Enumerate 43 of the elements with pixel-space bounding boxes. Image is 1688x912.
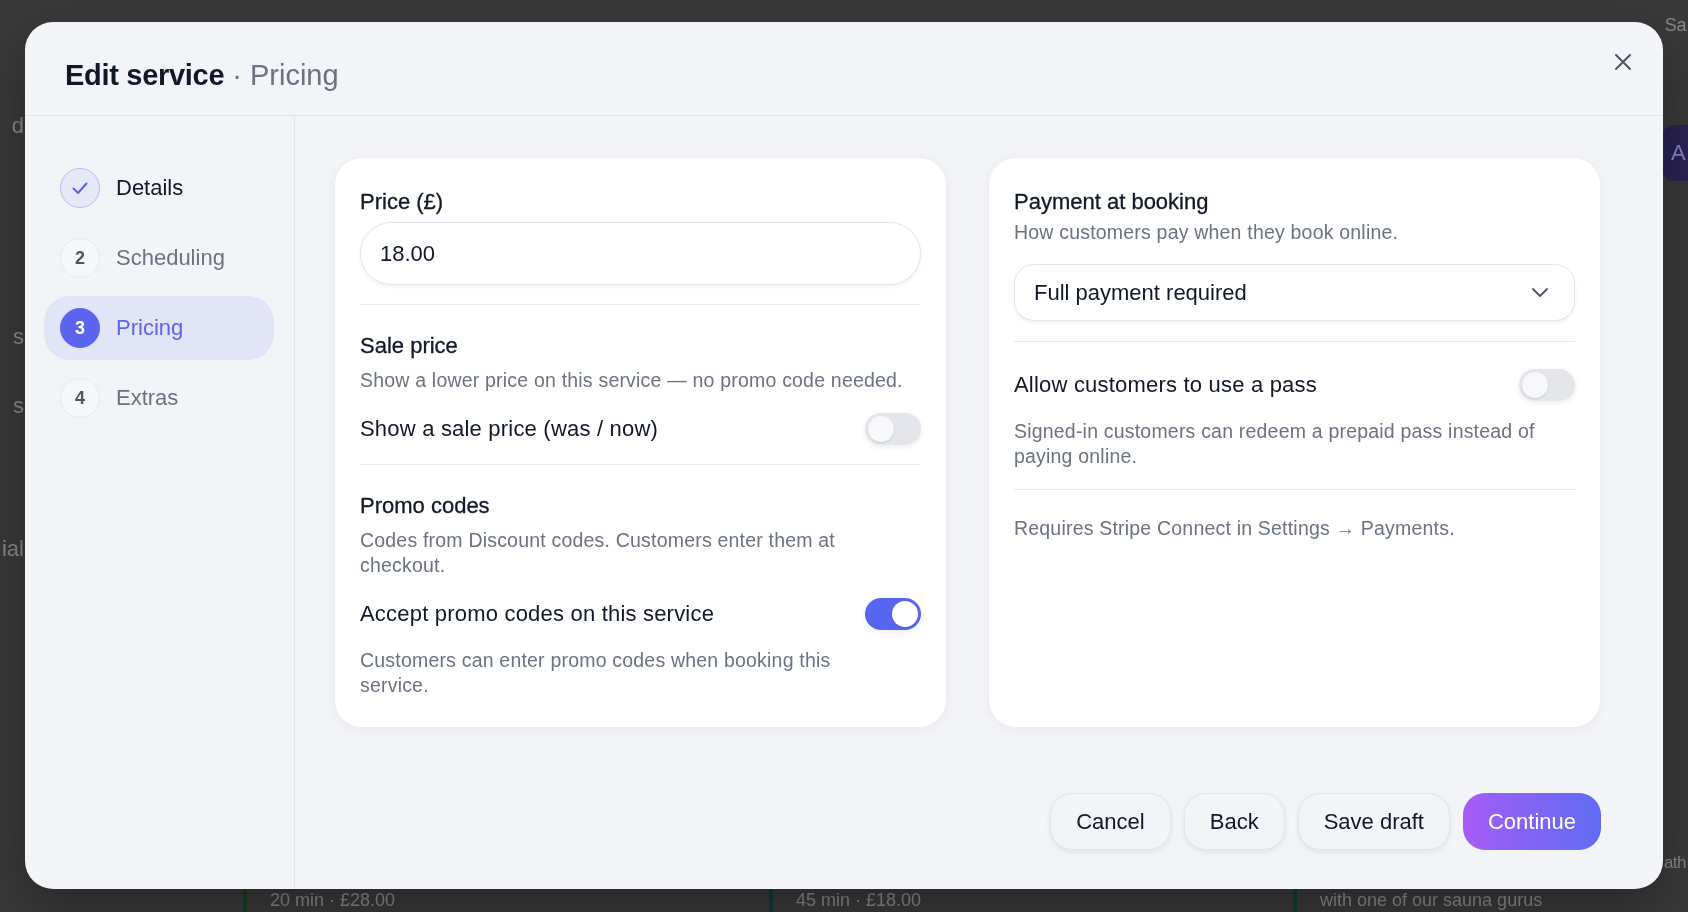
section-title: Promo codes (360, 492, 491, 520)
step-number: 3 (60, 308, 100, 348)
toggle-switch[interactable] (865, 413, 921, 445)
step-tab[interactable]: 2 Scheduling (44, 226, 274, 290)
text-fragment: ath (1664, 852, 1686, 874)
service-text: 45 min · £18.00 (796, 889, 922, 911)
service-text: with one of our sauna gurus (1320, 889, 1543, 911)
price-input[interactable]: 18.00 (360, 222, 921, 285)
dialog-subtitle: · Pricing (232, 59, 339, 92)
secondary-button[interactable]: Cancel (1050, 793, 1171, 850)
toggle-switch[interactable] (1519, 369, 1575, 401)
text-fragment: s (13, 324, 24, 350)
text-fragment: Sa (1664, 14, 1686, 36)
section-description: Signed-in customers can redeem a prepaid pass instead of paying online. (1014, 419, 1536, 469)
chevron-down-icon (1532, 288, 1548, 297)
payment-select[interactable]: Full payment required (1014, 264, 1575, 321)
section-description: Codes from Discount codes. Customers enter them at checkout. (360, 528, 836, 578)
toggle-switch[interactable] (865, 598, 921, 630)
secondary-button[interactable]: Back (1183, 793, 1285, 850)
step-tab[interactable]: 4 Extras (44, 366, 274, 430)
section-description: How customers pay when they book online. (1014, 220, 1400, 245)
toggle-label: Accept promo codes on this service (360, 601, 715, 627)
continue-button[interactable]: Continue (1462, 793, 1601, 850)
footnote-text: Requires Stripe Connect in Settings → Payments. (1014, 516, 1456, 541)
field-label: Price (£) (360, 188, 445, 216)
text-fragment: d (11, 113, 24, 139)
section-title: Payment at booking (1014, 188, 1210, 216)
secondary-button[interactable]: Save draft (1297, 793, 1450, 850)
text-fragment: ial (2, 536, 24, 562)
step-tab[interactable]: Details (44, 156, 274, 220)
section-description: Show a lower price on this service — no promo code needed. (360, 368, 904, 393)
toggle-label: Allow customers to use a pass (1014, 372, 1317, 398)
text-fragment: s (13, 393, 24, 419)
service-text: 20 min · £28.00 (270, 889, 396, 911)
step-number: 4 (60, 378, 100, 418)
step-number: 2 (60, 238, 100, 278)
step-tab[interactable]: 3 Pricing (44, 296, 274, 360)
toggle-label: Show a sale price (was / now) (360, 416, 659, 442)
dialog-title: Edit service (65, 59, 225, 92)
close-icon (1614, 53, 1632, 71)
partial-button[interactable]: A (1663, 125, 1688, 181)
section-title: Sale price (360, 332, 459, 360)
section-note: Customers can enter promo codes when booking this service. (360, 648, 832, 698)
